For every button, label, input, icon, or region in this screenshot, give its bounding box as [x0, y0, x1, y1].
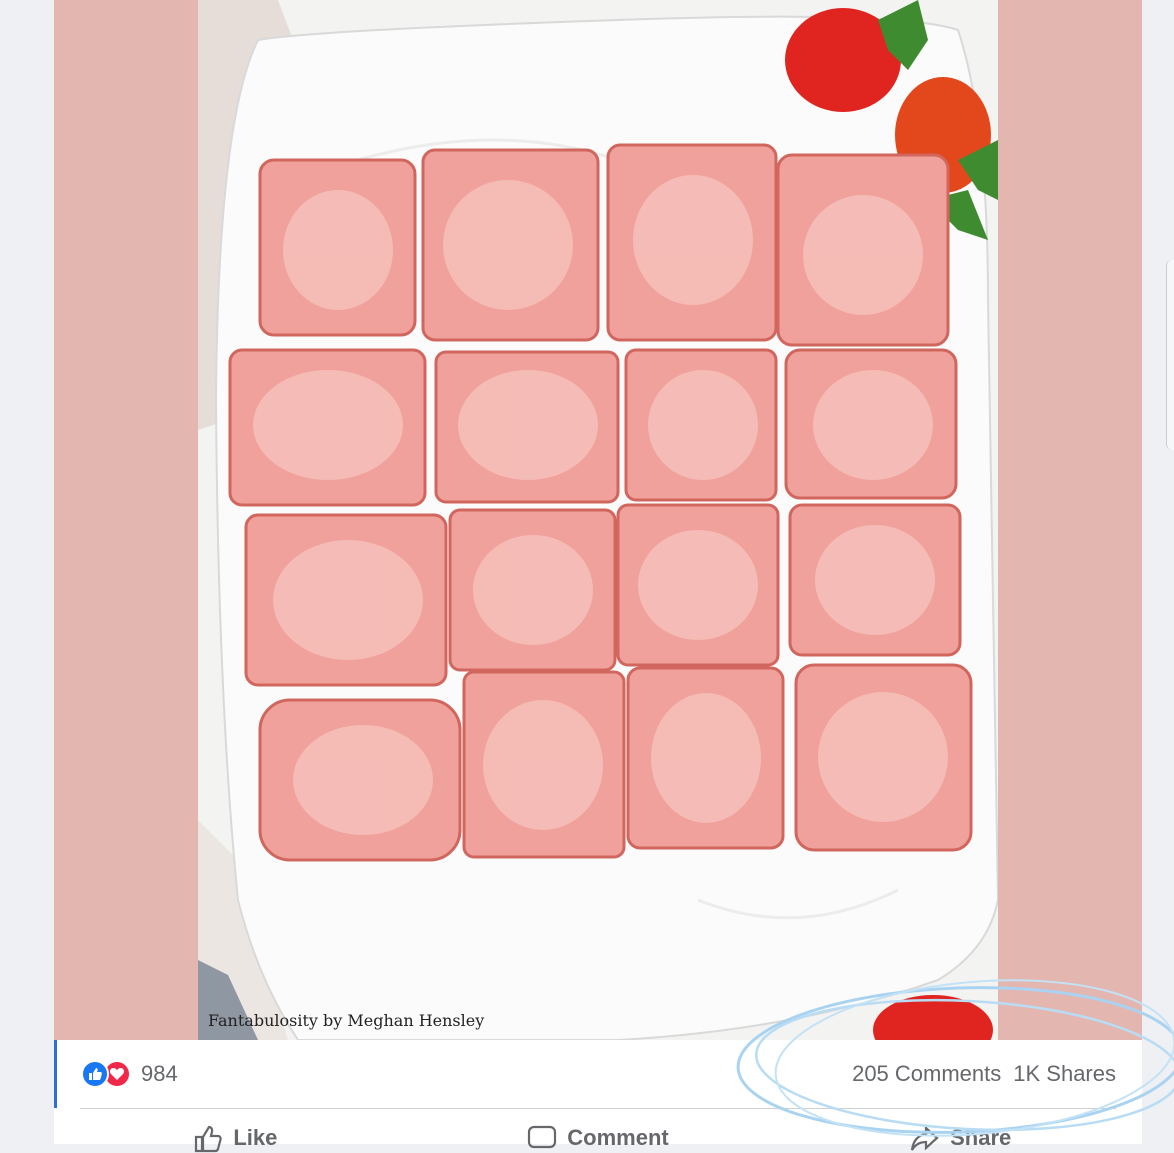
reactions-summary[interactable]: 984: [81, 1058, 178, 1090]
comment-button[interactable]: Comment: [417, 1109, 780, 1150]
share-button-label: Share: [950, 1125, 1012, 1150]
like-button-label: Like: [233, 1125, 278, 1150]
engagement-counts: 205 Comments 1K Shares: [852, 1058, 1116, 1090]
photo-credit-watermark: Fantabulosity by Meghan Hensley: [208, 1011, 485, 1030]
comments-count-link[interactable]: 205 Comments: [852, 1061, 1001, 1087]
share-button[interactable]: Share: [779, 1109, 1142, 1151]
like-button[interactable]: Like: [54, 1109, 417, 1153]
comment-bubble-icon: [528, 1125, 557, 1149]
like-icon: [81, 1060, 109, 1088]
comment-button-label: Comment: [567, 1125, 669, 1150]
post-card: Fantabulosity by Meghan Hensley 984 205 …: [54, 0, 1142, 1153]
share-arrow-icon: [911, 1125, 939, 1151]
post-action-bar: Like Comment Share: [54, 1109, 1142, 1153]
post-photo-frame[interactable]: Fantabulosity by Meghan Hensley: [54, 0, 1142, 1040]
shares-count-link[interactable]: 1K Shares: [1013, 1061, 1116, 1087]
reaction-count: 984: [141, 1061, 178, 1086]
post-photo[interactable]: Fantabulosity by Meghan Hensley: [198, 0, 998, 1040]
post-stats-bar: 984 205 Comments 1K Shares: [54, 1040, 1142, 1108]
scrollbar-edge[interactable]: [1166, 260, 1174, 450]
thumbs-up-icon: [195, 1125, 223, 1153]
strawberry-bars-photo: [198, 0, 998, 1040]
